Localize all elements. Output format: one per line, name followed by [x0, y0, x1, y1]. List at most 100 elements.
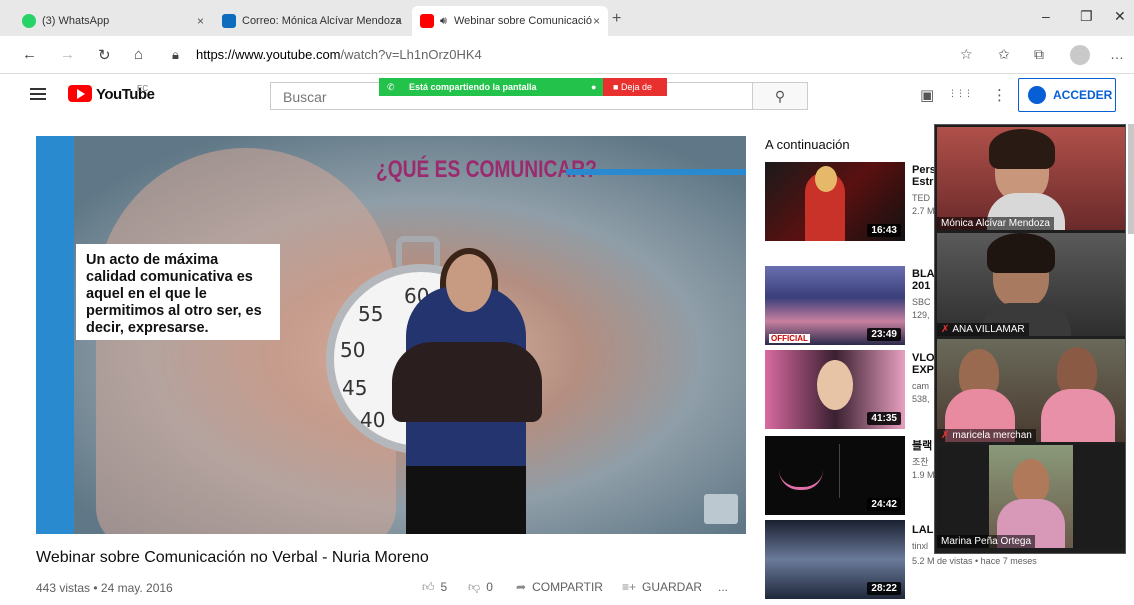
participant-name: Mónica Alcívar Mendoza	[937, 217, 1054, 230]
favorite-star-icon[interactable]: ☆	[960, 46, 973, 63]
participant-name: Marina Peña Ortega	[937, 535, 1036, 548]
close-icon[interactable]: ×	[197, 6, 204, 36]
thumbnail-4[interactable]: 24:42	[765, 436, 905, 515]
dislike-button[interactable]: 👎︎ 0	[468, 580, 493, 595]
duration-badge: 23:49	[867, 328, 901, 341]
phone-icon: ✆	[387, 82, 395, 92]
rec-channel: tinxl	[912, 541, 929, 551]
new-tab-button[interactable]: +	[612, 10, 621, 28]
rec-meta: 129,	[912, 310, 930, 320]
sign-in-button[interactable]: ACCEDER	[1018, 78, 1116, 112]
page-scrollbar[interactable]	[1128, 124, 1134, 234]
tab-youtube[interactable]: 🔊︎ Webinar sobre Comunicació ×	[412, 6, 608, 36]
rec-channel: TED	[912, 193, 930, 203]
duration-badge: 28:22	[867, 582, 901, 595]
minimize-button[interactable]: –	[1042, 8, 1050, 24]
more-actions-button[interactable]: ...	[718, 580, 728, 594]
participant-tile[interactable]: ✗ maricela merchan	[937, 339, 1125, 442]
profile-avatar[interactable]	[1070, 45, 1090, 65]
rec-title[interactable]: VLO	[912, 352, 934, 364]
rec-channel: SBC	[912, 297, 931, 307]
shield-icon: ●	[591, 82, 597, 92]
thumbnail-2[interactable]: OFFICIAL 23:49	[765, 266, 905, 345]
forward-button[interactable]: →	[60, 46, 75, 63]
participant-tile[interactable]: Mónica Alcívar Mendoza	[937, 127, 1125, 230]
home-button[interactable]: ⌂	[134, 46, 143, 63]
share-button[interactable]: ➦ COMPARTIR	[516, 580, 603, 594]
video-quote-box: Un acto de máxima calidad comunicativa e…	[76, 244, 280, 340]
tab-label: (3) WhatsApp	[42, 15, 110, 27]
duration-badge: 16:43	[867, 224, 901, 237]
close-icon[interactable]: ×	[395, 6, 402, 36]
address-bar-row: ← → ↻ ⌂ 🔒︎ https://www.youtube.com/watch…	[0, 36, 1134, 74]
menu-icon[interactable]	[30, 88, 46, 100]
rec-channel: 조찬	[912, 457, 929, 467]
lock-icon: 🔒︎	[172, 47, 179, 62]
close-window-button[interactable]: ✕	[1114, 8, 1126, 25]
rec-channel: cam	[912, 381, 930, 391]
tab-label: Webinar sobre Comunicació	[454, 15, 592, 27]
whatsapp-icon	[22, 14, 36, 28]
rec-title-line2[interactable]: EXP	[912, 364, 934, 376]
video-meta: 443 vistas • 24 may. 2016	[36, 581, 173, 595]
thumbs-down-icon: 👎︎	[468, 580, 481, 594]
channel-watermark[interactable]	[704, 494, 738, 524]
youtube-header: YouTube EC Buscar ⚲ ✆ Está compartiendo …	[0, 74, 1134, 118]
close-icon[interactable]: ×	[593, 6, 600, 36]
duration-badge: 24:42	[867, 498, 901, 511]
maximize-button[interactable]: ❐	[1080, 8, 1093, 25]
tab-whatsapp[interactable]: (3) WhatsApp ×	[14, 6, 212, 36]
settings-icon[interactable]: ⋮	[992, 86, 1007, 104]
thumbnail-3[interactable]: 41:35	[765, 350, 905, 429]
youtube-favicon-icon	[420, 14, 434, 28]
thumbnail-5[interactable]: 28:22	[765, 520, 905, 599]
back-button[interactable]: ←	[22, 46, 37, 63]
reload-button[interactable]: ↻	[98, 46, 111, 64]
official-badge: OFFICIAL	[769, 334, 810, 343]
like-button[interactable]: 👍︎ 5	[422, 580, 447, 595]
create-video-icon[interactable]: ▣	[920, 86, 934, 104]
save-button[interactable]: ≡+ GUARDAR	[622, 580, 702, 594]
video-overlay-title: ¿QUÉ ES COMUNICAR?	[376, 156, 597, 183]
participant-tile[interactable]: ✗ ANA VILLAMAR	[937, 233, 1125, 336]
stop-sharing-button[interactable]: ■ Deja de	[603, 78, 667, 96]
rec-title[interactable]: Pers	[912, 164, 934, 176]
share-icon: ➦	[516, 580, 527, 594]
account-icon	[1028, 86, 1046, 104]
duration-badge: 41:35	[867, 412, 901, 425]
youtube-logo-icon[interactable]	[68, 85, 92, 102]
favorites-icon[interactable]: ✩	[998, 46, 1010, 63]
muted-mic-icon: ✗	[941, 324, 950, 335]
participant-name: ✗ maricela merchan	[937, 429, 1036, 442]
tab-label: Correo: Mónica Alcívar Mendoza	[242, 15, 402, 27]
collections-icon[interactable]: ⧉	[1034, 46, 1044, 63]
audio-icon: 🔊︎	[440, 15, 447, 27]
up-next-label: A continuación	[765, 137, 850, 152]
video-title: Webinar sobre Comunicación no Verbal - N…	[36, 549, 429, 566]
rec-meta: 1.9 M	[912, 470, 934, 480]
muted-mic-icon: ✗	[941, 430, 950, 441]
more-menu-icon[interactable]: …	[1110, 46, 1124, 62]
screen-sharing-banner: ✆ Está compartiendo la pantalla ●	[379, 78, 603, 96]
rec-meta: 5.2 M de vistas • hace 7 meses	[912, 556, 1037, 566]
rec-title[interactable]: LAL	[912, 524, 934, 536]
rec-title-line2[interactable]: Estr	[912, 176, 934, 188]
participant-name: ✗ ANA VILLAMAR	[937, 323, 1029, 336]
rec-meta: 538,	[912, 394, 930, 404]
thumbnail-1[interactable]: 16:43	[765, 162, 905, 241]
rec-title[interactable]: 블랙	[912, 440, 934, 452]
thumbs-up-icon: 👍︎	[422, 580, 435, 594]
meeting-participants-panel[interactable]: Mónica Alcívar Mendoza ✗ ANA VILLAMAR ✗ ma…	[934, 124, 1126, 554]
rec-title[interactable]: BLA	[912, 268, 934, 280]
url-field[interactable]: https://www.youtube.com/watch?v=Lh1nOrz0…	[196, 47, 482, 62]
search-button[interactable]: ⚲	[752, 82, 808, 110]
apps-grid-icon[interactable]: ⋮⋮⋮	[948, 88, 973, 99]
participant-tile[interactable]: Marina Peña Ortega	[937, 445, 1125, 548]
browser-tab-strip: (3) WhatsApp × Correo: Mónica Alcívar Me…	[0, 0, 1134, 36]
country-code: EC	[137, 84, 149, 93]
rec-title-line2[interactable]: 201	[912, 280, 934, 292]
rec-meta: 2.7 M	[912, 206, 934, 216]
video-player[interactable]: 60 55 50 45 40 ¿QUÉ ES COMUNICAR? Un act…	[36, 136, 746, 534]
playlist-add-icon: ≡+	[622, 580, 637, 594]
tab-outlook[interactable]: Correo: Mónica Alcívar Mendoza ×	[214, 6, 410, 36]
